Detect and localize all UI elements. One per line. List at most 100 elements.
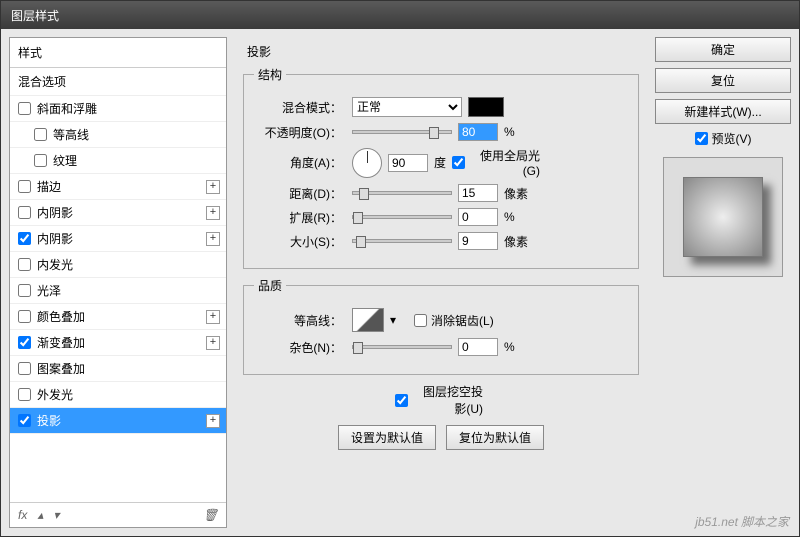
- style-item[interactable]: 渐变叠加 +: [10, 330, 226, 356]
- blend-mode-row: 混合模式： 正常: [254, 97, 628, 117]
- trash-icon[interactable]: 🗑: [203, 508, 218, 522]
- make-default-button[interactable]: 设置为默认值: [338, 425, 436, 450]
- shadow-color-swatch[interactable]: [468, 97, 504, 117]
- style-item-checkbox[interactable]: [18, 362, 31, 375]
- structure-group: 结构 混合模式： 正常 不透明度(O)： % 角度(A)： 度: [243, 66, 639, 269]
- opacity-unit: %: [504, 125, 515, 139]
- style-item[interactable]: 斜面和浮雕: [10, 96, 226, 122]
- spread-unit: %: [504, 210, 515, 224]
- style-item-checkbox[interactable]: [34, 154, 47, 167]
- blend-mode-select[interactable]: 正常: [352, 97, 462, 117]
- add-effect-icon[interactable]: +: [206, 180, 220, 194]
- size-input[interactable]: [458, 232, 498, 250]
- style-item[interactable]: 纹理: [10, 148, 226, 174]
- style-item[interactable]: 内阴影 +: [10, 226, 226, 252]
- opacity-slider[interactable]: [352, 130, 452, 134]
- style-item[interactable]: 图案叠加: [10, 356, 226, 382]
- style-item-label: 等高线: [53, 126, 89, 143]
- cancel-button[interactable]: 复位: [655, 68, 791, 93]
- style-item[interactable]: 光泽: [10, 278, 226, 304]
- opacity-label: 不透明度(O)：: [254, 124, 342, 141]
- fx-menu-button[interactable]: fx: [18, 508, 27, 522]
- angle-unit: 度: [434, 154, 446, 171]
- style-item-checkbox[interactable]: [18, 232, 31, 245]
- noise-slider[interactable]: [352, 345, 452, 349]
- style-item-checkbox[interactable]: [18, 180, 31, 193]
- style-item[interactable]: 颜色叠加 +: [10, 304, 226, 330]
- style-item-checkbox[interactable]: [18, 102, 31, 115]
- default-buttons-row: 设置为默认值 复位为默认值: [243, 425, 639, 450]
- blend-options-item[interactable]: 混合选项: [10, 68, 226, 96]
- watermark: jb51.net 脚本之家: [695, 513, 789, 530]
- noise-unit: %: [504, 340, 515, 354]
- knockout-row: 图层挖空投影(U): [243, 383, 639, 417]
- size-label: 大小(S)：: [254, 233, 342, 250]
- style-item-checkbox[interactable]: [18, 310, 31, 323]
- add-effect-icon[interactable]: +: [206, 232, 220, 246]
- style-item-checkbox[interactable]: [18, 414, 31, 427]
- styles-footer: fx ▴ ▾ 🗑: [10, 502, 226, 527]
- size-slider[interactable]: [352, 239, 452, 243]
- style-item-label: 光泽: [37, 282, 61, 299]
- style-item[interactable]: 等高线: [10, 122, 226, 148]
- style-item[interactable]: 描边 +: [10, 174, 226, 200]
- distance-input[interactable]: [458, 184, 498, 202]
- style-item-label: 投影: [37, 412, 61, 429]
- move-down-icon[interactable]: ▾: [53, 508, 59, 522]
- move-up-icon[interactable]: ▴: [37, 508, 43, 522]
- layer-style-dialog: 图层样式 样式 混合选项 斜面和浮雕等高线纹理描边 + 内阴影 + 内阴影 + 内发光光泽颜…: [0, 0, 800, 537]
- effect-title: 投影: [247, 43, 639, 60]
- ok-button[interactable]: 确定: [655, 37, 791, 62]
- new-style-button[interactable]: 新建样式(W)...: [655, 99, 791, 124]
- noise-input[interactable]: [458, 338, 498, 356]
- distance-slider[interactable]: [352, 191, 452, 195]
- reset-default-button[interactable]: 复位为默认值: [446, 425, 544, 450]
- angle-label: 角度(A)：: [254, 154, 342, 171]
- style-item-checkbox[interactable]: [18, 206, 31, 219]
- style-item-label: 内阴影: [37, 204, 73, 221]
- style-item[interactable]: 内发光: [10, 252, 226, 278]
- noise-row: 杂色(N)： %: [254, 338, 628, 356]
- angle-dial[interactable]: [352, 148, 382, 178]
- add-effect-icon[interactable]: +: [206, 414, 220, 428]
- contour-picker[interactable]: [352, 308, 384, 332]
- style-item-checkbox[interactable]: [34, 128, 47, 141]
- style-item[interactable]: 投影 +: [10, 408, 226, 434]
- global-light-checkbox[interactable]: 使用全局光(G): [452, 147, 540, 178]
- add-effect-icon[interactable]: +: [206, 336, 220, 350]
- quality-group: 品质 等高线： ▾ 消除锯齿(L) 杂色(N)： %: [243, 277, 639, 375]
- structure-legend: 结构: [254, 66, 286, 83]
- effect-settings-panel: 投影 结构 混合模式： 正常 不透明度(O)： % 角度(A)：: [233, 37, 649, 528]
- style-item-checkbox[interactable]: [18, 336, 31, 349]
- style-item-label: 渐变叠加: [37, 334, 85, 351]
- style-item-checkbox[interactable]: [18, 388, 31, 401]
- angle-row: 角度(A)： 度 使用全局光(G): [254, 147, 628, 178]
- add-effect-icon[interactable]: +: [206, 206, 220, 220]
- style-item-label: 描边: [37, 178, 61, 195]
- styles-header[interactable]: 样式: [10, 38, 226, 68]
- noise-label: 杂色(N)：: [254, 339, 342, 356]
- angle-input[interactable]: [388, 154, 428, 172]
- style-item-label: 斜面和浮雕: [37, 100, 97, 117]
- spread-slider[interactable]: [352, 215, 452, 219]
- style-item-label: 颜色叠加: [37, 308, 85, 325]
- style-item[interactable]: 内阴影 +: [10, 200, 226, 226]
- quality-legend: 品质: [254, 277, 286, 294]
- spread-input[interactable]: [458, 208, 498, 226]
- knockout-checkbox[interactable]: 图层挖空投影(U): [395, 383, 483, 417]
- style-item[interactable]: 外发光: [10, 382, 226, 408]
- style-item-label: 内发光: [37, 256, 73, 273]
- opacity-row: 不透明度(O)： %: [254, 123, 628, 141]
- style-item-label: 图案叠加: [37, 360, 85, 377]
- style-item-checkbox[interactable]: [18, 258, 31, 271]
- preview-checkbox[interactable]: 预览(V): [655, 130, 791, 147]
- style-item-checkbox[interactable]: [18, 284, 31, 297]
- distance-label: 距离(D)：: [254, 185, 342, 202]
- spread-row: 扩展(R)： %: [254, 208, 628, 226]
- add-effect-icon[interactable]: +: [206, 310, 220, 324]
- style-item-label: 内阴影: [37, 230, 73, 247]
- antialias-checkbox[interactable]: 消除锯齿(L): [414, 312, 502, 329]
- titlebar[interactable]: 图层样式: [1, 1, 799, 29]
- contour-dropdown-icon[interactable]: ▾: [390, 313, 396, 327]
- opacity-input[interactable]: [458, 123, 498, 141]
